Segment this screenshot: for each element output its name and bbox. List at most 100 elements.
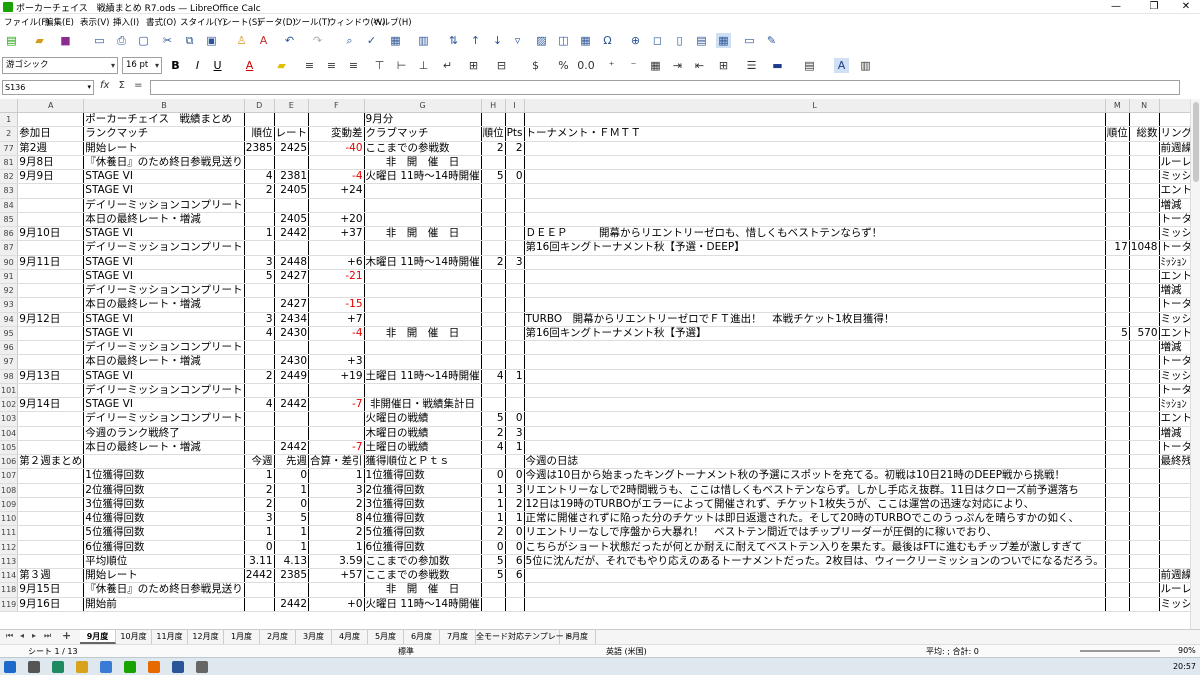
cell[interactable]: STAGE VI [83,226,245,242]
row-header[interactable]: 85 [0,212,19,228]
cell[interactable]: エントリー総額 [1159,411,1190,427]
cell[interactable] [481,326,506,342]
cell[interactable]: 9月15日 [17,582,85,598]
cell[interactable]: STAGE VI [83,183,245,199]
cell[interactable]: 木曜日 11時～14時開催 [364,255,482,270]
percent-button[interactable]: % [556,58,571,73]
cell[interactable] [17,383,85,399]
italic-button[interactable]: I [190,58,205,73]
menu-data[interactable]: データ(D) [257,16,296,28]
cell[interactable]: 0 [505,525,525,541]
cell[interactable]: 5 [244,269,275,285]
cell[interactable]: 2427 [274,269,310,285]
cell[interactable]: 2430 [274,354,310,370]
cell[interactable]: 2442 [274,440,310,456]
cell[interactable] [1105,283,1130,299]
cell[interactable] [1159,554,1190,570]
cell[interactable] [505,212,525,228]
cell[interactable]: 5位に沈んだが、それでもやり応えのあるトーナメントだった。2枚目は、ウィークリー… [524,554,1106,570]
cell[interactable] [524,383,1106,399]
cell[interactable] [1105,269,1130,285]
freeze-rows-columns-icon[interactable]: ▦ [716,33,731,48]
cell[interactable] [244,383,275,399]
cell[interactable]: 3 [308,483,365,498]
cell[interactable] [524,340,1106,356]
cell[interactable] [17,183,85,199]
cell[interactable]: 2 [244,497,275,513]
cell[interactable] [17,483,85,498]
cell[interactable] [505,383,525,399]
cell[interactable] [308,283,365,299]
cell[interactable] [505,112,525,128]
edge-icon[interactable] [52,661,64,673]
column-header[interactable]: H [481,99,506,113]
cell[interactable] [308,426,365,441]
cell[interactable] [1105,525,1130,541]
cell[interactable] [1129,340,1160,356]
cell[interactable] [481,397,506,413]
sheet-tab[interactable]: 2月度 [260,630,296,644]
cell[interactable] [524,269,1106,285]
cell[interactable] [1105,340,1130,356]
cell[interactable] [524,597,1106,612]
cell[interactable] [1129,426,1160,441]
delete-decimal-icon[interactable]: ⁻ [626,58,641,73]
cell[interactable] [308,340,365,356]
cell[interactable]: -4 [308,169,365,185]
cell[interactable] [481,269,506,285]
cell[interactable]: 1位獲得回数 [364,468,482,484]
cell[interactable] [524,568,1106,584]
cell[interactable]: 2425 [274,141,310,156]
increase-indent-icon[interactable]: ⇥ [670,58,685,73]
row-header[interactable]: 104 [0,426,19,441]
cell[interactable]: STAGE VI [83,255,245,270]
cell[interactable]: STAGE VI [83,169,245,185]
cell[interactable] [481,183,506,199]
cell[interactable] [1105,255,1130,270]
cell[interactable] [524,582,1106,598]
cell[interactable]: 2 [481,255,506,270]
vertical-text-icon[interactable]: ▥ [858,58,873,73]
cell[interactable] [505,183,525,199]
cell[interactable]: レート [274,126,310,142]
cell[interactable]: 9月10日 [17,226,85,242]
row-header[interactable]: 77 [0,141,19,156]
writer-icon[interactable] [172,661,184,673]
row-header[interactable]: 109 [0,497,19,513]
cell[interactable] [308,240,365,256]
cell[interactable] [481,283,506,299]
sheet-tab[interactable]: 5月度 [368,630,404,644]
sheet-tab[interactable]: 9月度 [80,630,116,644]
cell[interactable]: 2442 [274,397,310,413]
new-icon[interactable]: ▤ [4,33,19,48]
cell[interactable]: 4 [244,169,275,185]
cell[interactable] [505,283,525,299]
cell[interactable] [1105,312,1130,327]
font-name-box[interactable]: 游ゴシック ▾ [2,57,118,74]
cell[interactable] [1129,554,1160,570]
cell[interactable] [1105,440,1130,456]
cell[interactable]: 8 [308,511,365,527]
cell[interactable]: 0 [505,540,525,555]
spelling-icon[interactable]: ✓ [364,33,379,48]
first-sheet-icon[interactable]: ⏮ [6,631,13,641]
add-sheet-icon[interactable]: + [62,629,71,642]
row-header[interactable]: 105 [0,440,19,456]
cell[interactable]: 火曜日の戦績 [364,411,482,427]
show-draw-functions-icon[interactable]: ✎ [764,33,779,48]
cell[interactable]: 2 [481,426,506,441]
cell[interactable]: 2442 [274,597,310,612]
cell[interactable]: 増減 [1159,426,1190,441]
cell[interactable] [1105,426,1130,441]
cell[interactable] [1129,511,1160,527]
cell[interactable]: Pts [505,126,525,142]
cell[interactable]: トータル [1159,440,1190,456]
cell[interactable]: 6位獲得回数 [83,540,245,555]
cell[interactable] [1129,155,1160,171]
cell[interactable] [364,340,482,356]
cell[interactable]: 4位獲得回数 [83,511,245,527]
cell[interactable] [274,112,310,128]
cell[interactable] [481,340,506,356]
cell[interactable] [17,354,85,370]
cell[interactable]: 1 [505,369,525,384]
